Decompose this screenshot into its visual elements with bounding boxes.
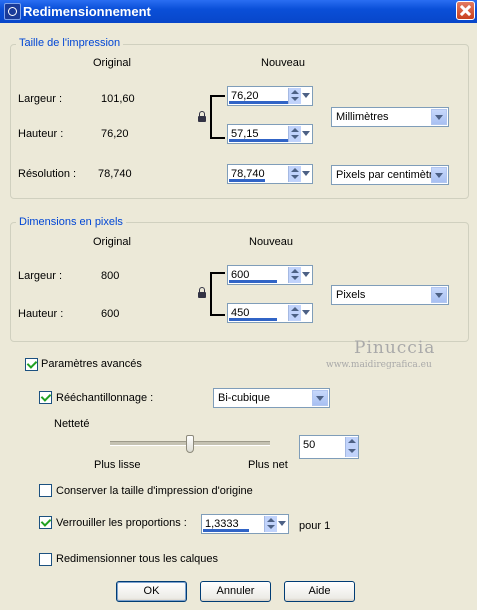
print-ratio-bracket [210, 95, 225, 139]
resolution-unit-value: Pixels par centimètre [336, 169, 439, 181]
spin-up-icon [291, 269, 299, 273]
pixel-unit-select[interactable]: Pixels [331, 285, 449, 305]
spin-down-icon [291, 314, 299, 318]
print-height-label: Hauteur : [18, 128, 64, 140]
pixel-ratio-bracket [210, 272, 225, 316]
lock-ratio-label[interactable]: Verrouiller les proportions : [56, 517, 187, 529]
ratio-field[interactable]: 1,3333 [201, 514, 289, 534]
app-icon [4, 3, 21, 20]
watermark-url: www.maidiregrafica.eu [326, 360, 432, 370]
chevron-down-icon[interactable] [301, 166, 311, 182]
print-lock-icon[interactable] [198, 111, 206, 122]
print-height-field[interactable]: 57,15 [227, 124, 313, 144]
resize-all-layers-label[interactable]: Redimensionner tous les calques [56, 553, 218, 565]
pixel-width-field[interactable]: 600 [227, 265, 313, 285]
sharpness-slider-thumb[interactable] [186, 435, 194, 453]
spin-up-icon [291, 128, 299, 132]
print-col-original: Original [93, 57, 131, 69]
sharpness-field[interactable]: 50 [299, 435, 359, 459]
resample-method-select[interactable]: Bi-cubique [213, 388, 330, 408]
chevron-down-icon[interactable] [301, 267, 311, 283]
print-width-original: 101,60 [101, 93, 135, 105]
chevron-down-icon[interactable] [431, 167, 447, 183]
pixel-height-field[interactable]: 450 [227, 303, 313, 323]
chevron-down-icon[interactable] [277, 516, 287, 532]
spin-down-icon [291, 175, 299, 179]
print-unit-select[interactable]: Millimètres [331, 107, 449, 127]
spin-up-icon [291, 307, 299, 311]
close-button[interactable] [456, 1, 475, 20]
spin-up-icon [267, 518, 275, 522]
pixel-col-original: Original [93, 236, 131, 248]
resample-method-value: Bi-cubique [218, 392, 270, 404]
slider-min-label: Plus lisse [94, 459, 141, 471]
spin-down-icon [291, 135, 299, 139]
sharpness-value: 50 [303, 439, 316, 451]
sharpness-label: Netteté [54, 418, 90, 430]
resolution-spinner[interactable] [288, 166, 301, 182]
resize-all-layers-checkbox[interactable] [39, 553, 52, 566]
spin-up-icon [348, 439, 356, 443]
spin-up-icon [291, 90, 299, 94]
resolution-label: Résolution : [18, 168, 77, 180]
keep-print-size-label[interactable]: Conserver la taille d'impression d'origi… [56, 485, 253, 497]
print-width-spinner[interactable] [288, 88, 301, 104]
spin-down-icon [291, 97, 299, 101]
pixel-width-spinner[interactable] [288, 267, 301, 283]
resolution-unit-select[interactable]: Pixels par centimètre [331, 165, 449, 185]
watermark-name: Pinuccia [354, 338, 436, 358]
chevron-down-icon[interactable] [312, 390, 328, 406]
ok-button[interactable]: OK [116, 581, 187, 602]
title-bar[interactable]: Redimensionnement [0, 0, 477, 23]
chevron-down-icon[interactable] [431, 109, 447, 125]
pixel-width-original: 800 [101, 270, 120, 282]
chevron-down-icon[interactable] [301, 126, 311, 142]
resize-dialog: Redimensionnement Taille de l'impression… [0, 0, 477, 610]
pixel-col-new: Nouveau [249, 236, 294, 248]
print-height-original: 76,20 [101, 128, 129, 140]
resolution-original: 78,740 [98, 168, 132, 180]
print-unit-value: Millimètres [336, 111, 389, 123]
slider-max-label: Plus net [248, 459, 288, 471]
resolution-field[interactable]: 78,740 [227, 164, 313, 184]
chevron-down-icon[interactable] [431, 287, 447, 303]
cancel-button[interactable]: Annuler [200, 581, 271, 602]
advanced-settings-label[interactable]: Paramètres avancés [41, 358, 142, 370]
chevron-down-icon[interactable] [301, 88, 311, 104]
pixel-unit-value: Pixels [336, 289, 366, 301]
pixel-lock-icon[interactable] [198, 287, 206, 298]
pixel-dimensions-legend: Dimensions en pixels [16, 216, 126, 228]
keep-print-size-checkbox[interactable] [39, 484, 52, 497]
print-width-label: Largeur : [18, 93, 63, 105]
resample-label[interactable]: Rééchantillonnage : [56, 392, 153, 404]
spin-down-icon [267, 525, 275, 529]
pixel-height-original: 600 [101, 308, 120, 320]
pixel-width-label: Largeur : [18, 270, 63, 282]
print-height-spinner[interactable] [288, 126, 301, 142]
lock-ratio-checkbox[interactable] [39, 516, 52, 529]
spin-up-icon [291, 168, 299, 172]
pixel-height-spinner[interactable] [288, 305, 301, 321]
window-title: Redimensionnement [23, 4, 151, 19]
print-size-legend: Taille de l'impression [16, 37, 124, 49]
ratio-suffix: pour 1 [299, 520, 331, 532]
print-width-field[interactable]: 76,20 [227, 86, 313, 106]
chevron-down-icon[interactable] [301, 305, 311, 321]
spin-down-icon [291, 276, 299, 280]
ratio-spinner[interactable] [264, 516, 277, 532]
pixel-height-label: Hauteur : [18, 308, 64, 320]
sharpness-spinner[interactable] [345, 437, 358, 457]
resample-checkbox[interactable] [39, 391, 52, 404]
print-col-new: Nouveau [261, 57, 306, 69]
spin-down-icon [348, 449, 356, 453]
advanced-settings-checkbox[interactable] [25, 358, 38, 371]
help-button[interactable]: Aide [284, 581, 355, 602]
